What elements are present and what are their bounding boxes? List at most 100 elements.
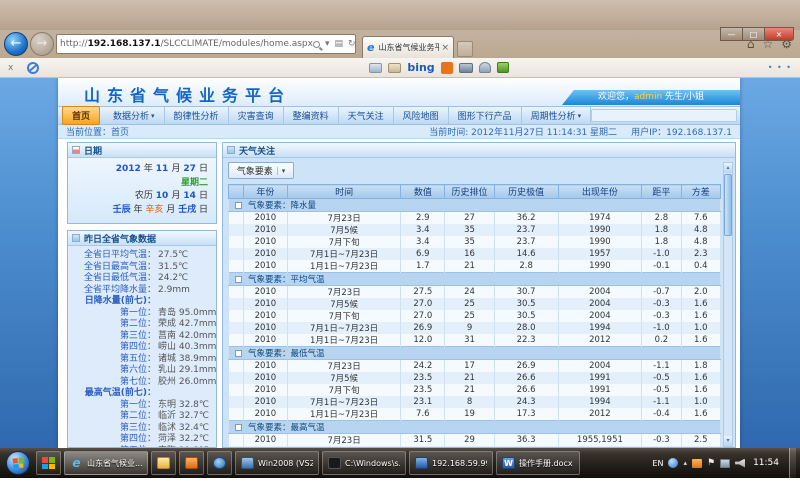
scroll-up-icon[interactable]: ▴	[724, 163, 732, 173]
more-options-icon[interactable]: • • •	[768, 63, 792, 72]
section-expand-checkbox[interactable]	[235, 350, 242, 357]
taskbar-button-cmd[interactable]: C:\Windows\s...	[322, 451, 406, 475]
rank-item-1-2: 第三位：临沭 32.4℃	[68, 423, 214, 435]
search-icon[interactable]	[313, 41, 320, 48]
nav-item-0[interactable]: 首页	[62, 106, 100, 125]
cell-2: 7.6	[401, 408, 445, 421]
stat-value: 临沂 32.7℃	[156, 411, 214, 423]
tab-close-icon[interactable]: ×	[441, 43, 449, 53]
maximize-button[interactable]: □	[742, 27, 764, 41]
stat-value: 2.9mm	[156, 285, 214, 297]
cell-0: 2010	[243, 322, 287, 334]
cell-6: -0.5	[642, 384, 681, 396]
addon-close-icon[interactable]: x	[8, 63, 13, 73]
section-title: 气象要素：最高气温	[248, 423, 325, 433]
camera-icon[interactable]	[459, 63, 473, 73]
cell-7: 2.5	[681, 434, 720, 447]
wrench-icon[interactable]	[479, 62, 491, 73]
cell-7: 1.9	[681, 446, 720, 447]
row-spacer	[229, 322, 244, 334]
section-expand-checkbox[interactable]	[235, 202, 242, 209]
nav-item-7[interactable]: 图形下行产品	[449, 107, 522, 124]
nav-item-2[interactable]: 韵律性分析	[165, 107, 229, 124]
cell-7: 4.8	[681, 236, 720, 248]
section-expand-checkbox[interactable]	[235, 276, 242, 283]
close-button[interactable]: ×	[764, 27, 794, 41]
chevron-down-icon[interactable]: ▾	[325, 39, 330, 49]
taskbar-button-word[interactable]: W操作手册.docx ...	[496, 451, 580, 475]
cell-1: 7月5候	[288, 298, 401, 310]
nav-item-6[interactable]: 风险地图	[394, 107, 449, 124]
taskbar-button-app-grid[interactable]	[36, 451, 61, 475]
scroll-down-icon[interactable]: ▾	[724, 436, 732, 446]
tray-expand-icon[interactable]: ▴	[683, 459, 687, 467]
mail-icon[interactable]	[369, 63, 382, 73]
stat-label: 第三位：	[68, 423, 156, 435]
taskbar-button-media-player[interactable]	[207, 451, 232, 475]
weather-stat-3: 全省平均降水量：2.9mm	[68, 285, 214, 297]
element-filter-button[interactable]: 气象要素 ▾	[228, 162, 294, 179]
column-header-3: 历史排位	[445, 185, 494, 199]
table-row: 20101月1日~7月23日7.61917.32012-0.41.6	[229, 408, 721, 421]
row-spacer	[229, 260, 244, 273]
new-tab-button[interactable]	[457, 41, 473, 57]
stat-value: 菏泽 32.2℃	[156, 434, 214, 446]
forward-button[interactable]: →	[30, 32, 54, 56]
stat-label: 第七位：	[68, 377, 156, 389]
cell-6: -0.5	[642, 372, 681, 384]
taskbar-button-app-orange[interactable]	[179, 451, 204, 475]
minimize-button[interactable]: —	[720, 27, 742, 41]
language-indicator[interactable]: EN	[652, 459, 663, 468]
tray-app-icon[interactable]	[692, 459, 702, 468]
nav-item-3[interactable]: 灾害查询	[229, 107, 284, 124]
nav-item-8[interactable]: 周期性分析▾	[522, 107, 592, 124]
taskbar-button-ie[interactable]: e山东省气候业...	[64, 451, 148, 475]
puzzle-addon-icon[interactable]	[497, 62, 509, 73]
volume-icon[interactable]	[735, 459, 745, 468]
stat-value: 31.5℃	[156, 262, 214, 274]
nav-item-1[interactable]: 数据分析▾	[104, 107, 165, 124]
compat-page-icon[interactable]: ▤	[335, 39, 344, 49]
refresh-icon[interactable]: ↻	[348, 39, 356, 49]
table-row: 20101月1日~7月23日1.7212.81990-0.10.4	[229, 260, 721, 273]
back-button[interactable]: ←	[4, 32, 28, 56]
action-center-flag-icon[interactable]: ⚑	[707, 459, 715, 468]
cell-2: 27.5	[401, 286, 445, 299]
browser-tab[interactable]: e 山东省气候业务平... ×	[362, 36, 454, 58]
section-expand-checkbox[interactable]	[235, 424, 242, 431]
network-icon[interactable]	[720, 459, 730, 468]
cell-4: 28.0	[494, 322, 558, 334]
nav-menu: 首页数据分析▾韵律性分析灾害查询整编资料天气关注风险地图图形下行产品周期性分析▾	[58, 106, 740, 125]
show-desktop-button[interactable]	[789, 448, 796, 478]
browser-titlebar: — □ ×	[0, 0, 800, 30]
scrollbar-track[interactable]	[724, 173, 732, 436]
scrollbar-thumb[interactable]	[724, 174, 732, 236]
nav-item-5[interactable]: 天气关注	[339, 107, 394, 124]
ime-icon[interactable]	[668, 458, 678, 468]
nav-item-4[interactable]: 整编资料	[284, 107, 339, 124]
card-icon[interactable]	[388, 63, 401, 73]
bing-search-badge-icon[interactable]	[441, 62, 453, 74]
column-header-1: 时间	[288, 185, 401, 199]
stat-value: 胶州 26.0mm	[156, 377, 216, 389]
taskbar-button-remote[interactable]: 192.168.59.99...	[409, 451, 493, 475]
column-header-0: 年份	[243, 185, 287, 199]
cell-3: 8	[445, 396, 494, 408]
taskbar-button-window[interactable]: Win2008 (VS2...	[235, 451, 319, 475]
taskbar-button-folder[interactable]	[151, 451, 176, 475]
vertical-scrollbar[interactable]: ▴ ▾	[723, 162, 733, 447]
address-bar[interactable]: http://192.168.137.1/SLCCLIMATE/modules/…	[56, 34, 356, 54]
report-icon	[72, 234, 80, 242]
cell-7: 1.6	[681, 310, 720, 322]
clock[interactable]: 11:54	[753, 458, 779, 468]
addon-toolbar: x bing • • •	[0, 58, 800, 78]
cell-3: 25	[445, 298, 494, 310]
bing-logo[interactable]: bing	[407, 61, 434, 74]
cell-7: 0.4	[681, 260, 720, 273]
start-button[interactable]	[6, 451, 30, 475]
taskbar-button-label: 操作手册.docx ...	[519, 458, 574, 469]
cell-5: 1974	[558, 212, 642, 225]
windows-flag-icon	[13, 458, 24, 469]
cell-5: 2004	[558, 286, 642, 299]
table-row: 20107月5候3.43523.719901.84.8	[229, 224, 721, 236]
